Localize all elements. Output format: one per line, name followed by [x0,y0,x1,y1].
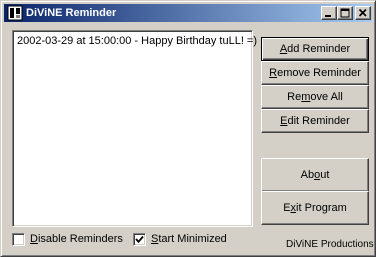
list-item[interactable]: 2002-03-29 at 15:00:00 - Happy Birthday … [17,35,257,48]
app-icon[interactable] [7,5,23,21]
checkbox-label[interactable]: Start Minimized [151,233,227,246]
exit-program-button[interactable]: Exit Program [261,191,369,225]
about-button[interactable]: About [261,158,369,192]
reminder-list[interactable]: 2002-03-29 at 15:00:00 - Happy Birthday … [12,30,257,227]
checkmark-icon [135,235,144,244]
title-bar[interactable]: DiViNE Reminder [4,4,372,22]
add-reminder-button[interactable]: Add Reminder [261,37,369,61]
main-window: DiViNE Reminder 2002-03-29 at 15:00:00 -… [0,0,376,257]
maximize-button[interactable] [337,6,353,20]
checkbox-box[interactable] [12,233,25,246]
maximize-icon [340,8,350,18]
close-icon [358,8,367,17]
footer-credit: DiViNE Productions [286,239,374,250]
minimize-button[interactable] [321,6,337,20]
remove-all-button[interactable]: Remove All [261,85,369,109]
checkbox-box[interactable] [133,233,146,246]
remove-reminder-button[interactable]: Remove Reminder [261,61,369,85]
window-title: DiViNE Reminder [26,7,117,19]
close-button[interactable] [355,6,371,20]
minimize-icon [325,15,331,17]
edit-reminder-button[interactable]: Edit Reminder [261,109,369,133]
checkbox-label[interactable]: Disable Reminders [30,233,123,246]
